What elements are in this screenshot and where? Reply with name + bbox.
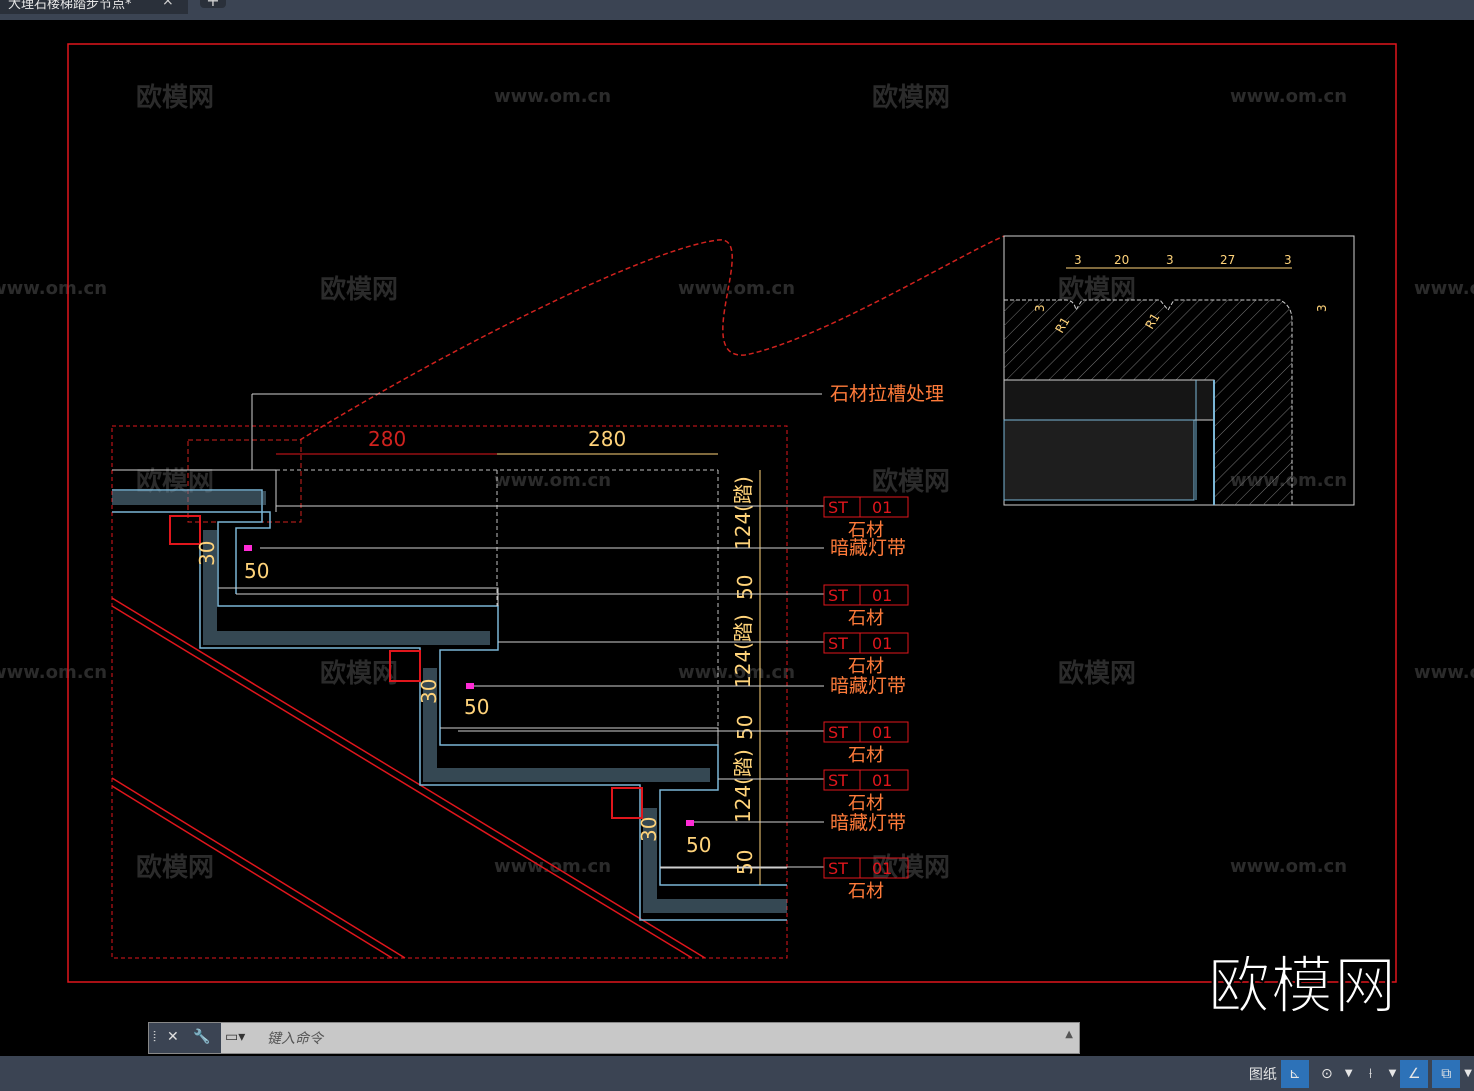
dim-50: 50 xyxy=(686,833,711,857)
tab-title: 大理石楼梯踏步节点* xyxy=(8,0,132,12)
detail-dim: 20 xyxy=(1114,253,1129,267)
status-bar: 图纸 ⊾ ⊙ ▼ ⟊ ▼ ∠ ⧉ ▼ xyxy=(0,1056,1474,1091)
command-input[interactable] xyxy=(265,1027,1089,1051)
wrench-icon[interactable]: 🔧 xyxy=(193,1029,210,1045)
material-tag: ST 01 石材 xyxy=(823,496,909,541)
watermark-url: www.om.cn xyxy=(1414,662,1474,683)
close-icon[interactable]: ✕ xyxy=(167,1029,179,1045)
svg-text:ST: ST xyxy=(828,586,848,605)
watermark-text: 欧模网 xyxy=(136,852,214,883)
detail-dim: 27 xyxy=(1220,253,1235,267)
object-snap-icon[interactable]: ⟊ xyxy=(1357,1060,1385,1088)
watermark-url: www.om.cn xyxy=(494,470,611,491)
material-tag: ST 01 石材 xyxy=(823,584,909,629)
watermark-text: 欧模网 xyxy=(872,82,950,113)
side-dim: 50 xyxy=(733,575,757,600)
svg-text:石材: 石材 xyxy=(848,793,884,814)
callout-text: 石材拉槽处理 xyxy=(830,383,944,405)
dim-30: 30 xyxy=(637,817,661,842)
detail-dim: 3 xyxy=(1284,253,1292,267)
detail-dim: 3 xyxy=(1033,304,1047,312)
brand-watermark: 欧模网 xyxy=(1207,948,1398,1023)
ortho-icon[interactable]: ⊾ xyxy=(1280,1059,1309,1088)
viewport-icon[interactable]: ⧉ xyxy=(1432,1059,1461,1088)
watermark-url: www.om.cn xyxy=(1230,856,1347,877)
svg-text:ST: ST xyxy=(828,859,848,878)
watermark-url: www.om.cn xyxy=(0,278,107,299)
svg-text:01: 01 xyxy=(872,634,892,653)
chevron-up-icon[interactable]: ▲ xyxy=(1065,1029,1073,1040)
material-tag: ST 01 石材 xyxy=(823,769,909,814)
dim-50: 50 xyxy=(244,559,269,583)
watermark-url: www.om.cn xyxy=(678,278,795,299)
detail-dim: 3 xyxy=(1074,253,1082,267)
watermark-text: 欧模网 xyxy=(320,658,398,689)
watermark-url: www.om.cn xyxy=(0,662,107,683)
side-dim: 124(踏) xyxy=(731,749,755,823)
watermark-url: www.om.cn xyxy=(494,86,611,107)
dim-30: 30 xyxy=(417,679,441,704)
light-strip-label: 暗藏灯带 xyxy=(830,537,906,559)
side-dimensions: 124(踏) 50 124(踏) 50 124(踏) 50 xyxy=(731,476,757,875)
detail-leader xyxy=(299,235,1005,441)
command-line: ⦙ ✕ 🔧 ▭▾ ▲ xyxy=(148,1022,1089,1054)
side-dim: 124(踏) xyxy=(731,476,755,550)
material-tag: ST 01 石材 xyxy=(823,632,909,677)
side-dim: 50 xyxy=(733,715,757,740)
watermark-text: 欧模网 xyxy=(872,466,950,497)
polar-icon[interactable]: ⊙ xyxy=(1313,1060,1341,1088)
watermark-text: 欧模网 xyxy=(320,274,398,305)
svg-text:01: 01 xyxy=(872,586,892,605)
side-dim: 124(踏) xyxy=(731,614,755,688)
svg-text:石材: 石材 xyxy=(848,745,884,766)
light-strip-label: 暗藏灯带 xyxy=(830,675,906,697)
dim-30: 30 xyxy=(195,541,219,566)
angle-icon[interactable]: ∠ xyxy=(1400,1059,1429,1088)
svg-text:ST: ST xyxy=(828,723,848,742)
chevron-down-icon[interactable]: ▼ xyxy=(1345,1068,1353,1079)
side-dim: 50 xyxy=(733,850,757,875)
new-tab-button[interactable]: + xyxy=(200,0,226,9)
grip-icon[interactable]: ⦙ xyxy=(153,1029,156,1045)
chevron-down-icon[interactable]: ▼ xyxy=(1464,1068,1472,1079)
dim-50: 50 xyxy=(464,695,489,719)
material-tag: ST 01 石材 xyxy=(823,721,909,766)
svg-text:石材: 石材 xyxy=(848,656,884,677)
groove-detail: 3 20 3 27 3 3 3 R1 R1 xyxy=(1003,235,1355,506)
light-strip-label: 暗藏灯带 xyxy=(830,812,906,834)
svg-text:石材: 石材 xyxy=(848,608,884,629)
svg-text:01: 01 xyxy=(872,498,892,517)
svg-text:石材: 石材 xyxy=(848,881,884,902)
svg-text:ST: ST xyxy=(828,771,848,790)
document-tab-bar: 大理石楼梯踏步节点* × + xyxy=(0,0,1474,20)
command-prompt-icon[interactable]: ▭▾ xyxy=(225,1029,245,1045)
watermark-text: 欧模网 xyxy=(136,82,214,113)
watermark-url: www.om.cn xyxy=(1230,86,1347,107)
watermark-url: www.om.cn xyxy=(1414,278,1474,299)
command-toolbar: ⦙ ✕ 🔧 xyxy=(149,1023,221,1053)
close-icon[interactable]: × xyxy=(162,0,174,8)
paper-space-toggle[interactable]: 图纸 xyxy=(1249,1060,1277,1088)
dim-280-b: 280 xyxy=(588,427,626,451)
svg-text:01: 01 xyxy=(872,859,892,878)
svg-text:01: 01 xyxy=(872,723,892,742)
detail-dim: 3 xyxy=(1166,253,1174,267)
detail-dim: 3 xyxy=(1315,304,1329,312)
watermark-text: 欧模网 xyxy=(1058,658,1136,689)
chevron-down-icon[interactable]: ▼ xyxy=(1389,1068,1397,1079)
svg-text:ST: ST xyxy=(828,498,848,517)
svg-text:ST: ST xyxy=(828,634,848,653)
drawing-canvas[interactable]: 欧模网 www.om.cn 欧模网 www.om.cn 欧模网 www.om.c… xyxy=(0,20,1474,1056)
dim-280-a: 280 xyxy=(368,427,406,451)
document-tab[interactable]: 大理石楼梯踏步节点* × xyxy=(0,0,188,14)
svg-text:01: 01 xyxy=(872,771,892,790)
